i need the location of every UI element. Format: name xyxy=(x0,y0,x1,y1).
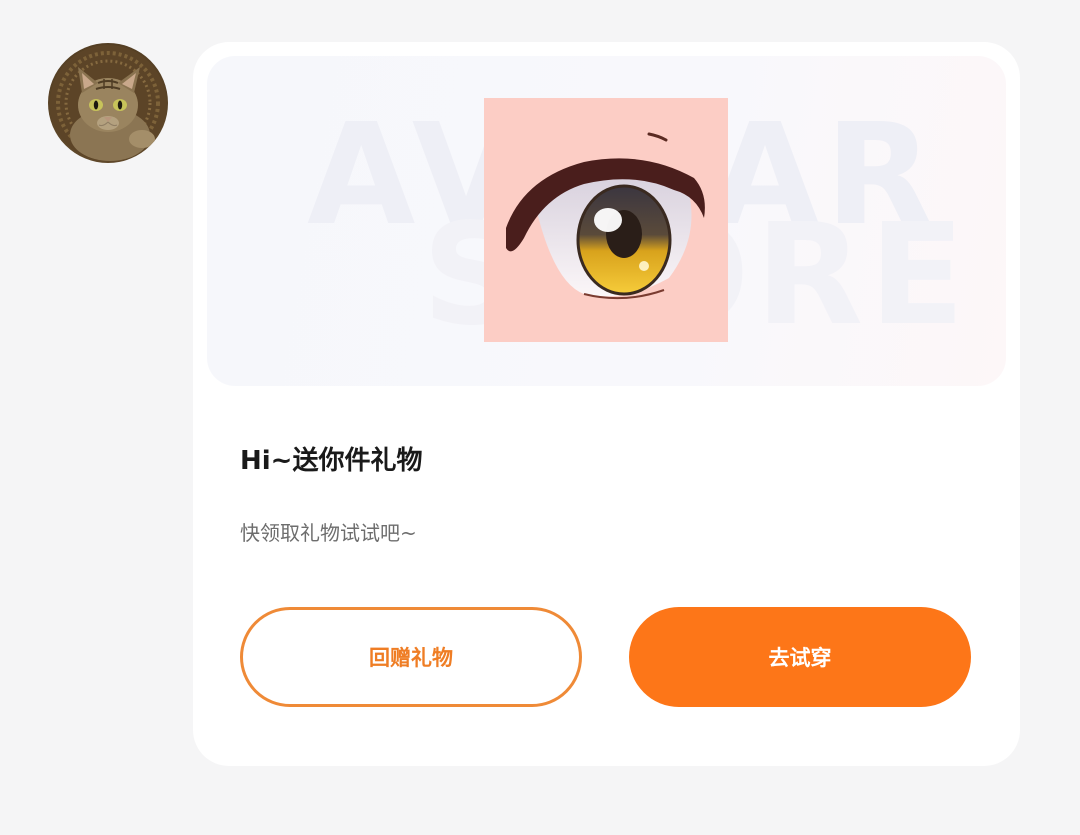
anime-eye-icon xyxy=(484,98,728,342)
sender-avatar[interactable] xyxy=(48,43,168,163)
gift-item-preview[interactable] xyxy=(484,98,728,342)
gift-message-card: AVATAR STORE xyxy=(193,42,1020,766)
cat-avatar-icon xyxy=(50,45,166,161)
chat-screen: AVATAR STORE xyxy=(0,0,1080,835)
gift-banner: AVATAR STORE xyxy=(207,56,1006,386)
return-gift-button[interactable]: 回赠礼物 xyxy=(240,607,582,707)
gift-subtitle: 快领取礼物试试吧~ xyxy=(240,521,417,545)
try-on-button[interactable]: 去试穿 xyxy=(629,607,971,707)
gift-title: Hi~送你件礼物 xyxy=(240,446,423,476)
